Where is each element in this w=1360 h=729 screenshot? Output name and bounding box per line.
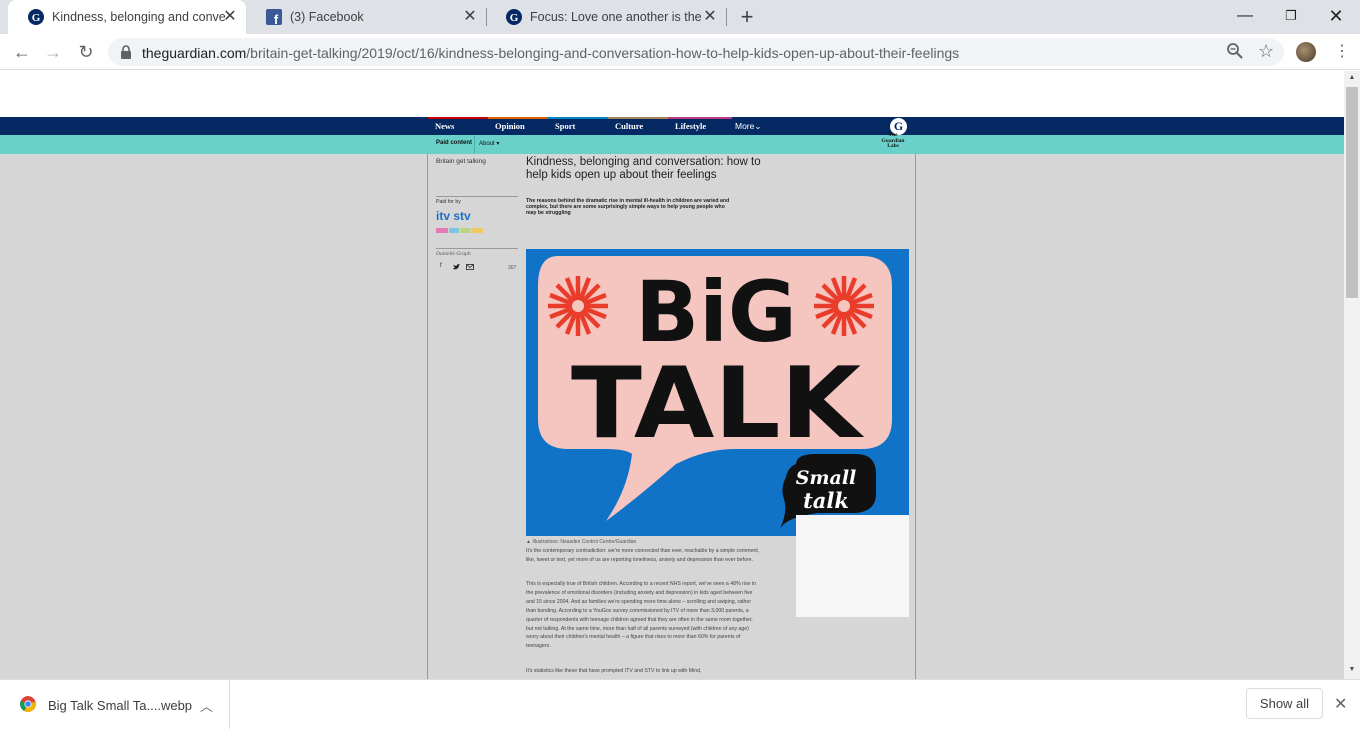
guardian-nav: News Opinion Sport Culture Lifestyle Mor…: [0, 117, 1344, 135]
nav-accent-lifestyle: [668, 117, 732, 119]
guardian-labs-logo: The Guardian Labs: [876, 132, 910, 150]
page-viewport: News Opinion Sport Culture Lifestyle Mor…: [0, 71, 1344, 679]
big-talk-illustration: BiG TALK Small talk: [526, 249, 909, 536]
profile-avatar[interactable]: [1296, 42, 1316, 62]
chrome-icon: [20, 696, 36, 712]
byline[interactable]: Danielle Graph: [436, 251, 471, 257]
close-download-bar-icon[interactable]: ✕: [1334, 694, 1347, 714]
about-dropdown[interactable]: About ▾: [474, 136, 503, 153]
scrollbar-thumb[interactable]: [1346, 87, 1358, 298]
nav-more-label: More: [735, 121, 755, 131]
tab-title: (3) Facebook: [290, 10, 364, 24]
tab-separator: [726, 8, 727, 26]
nav-accent-culture: [608, 117, 668, 119]
article-paragraph: It's the contemporary contradiction: we'…: [526, 548, 760, 563]
ad-slot[interactable]: [796, 515, 909, 617]
svg-text:G: G: [510, 12, 519, 24]
url-text: theguardian.com/britain-get-talking/2019…: [142, 45, 959, 61]
zoom-icon[interactable]: [1226, 42, 1244, 60]
download-file-name: Big Talk Small Ta....webp: [48, 698, 193, 713]
nav-accent-news: [428, 117, 488, 119]
series-link[interactable]: Britain get talking: [436, 158, 486, 165]
nav-accent-opinion: [488, 117, 548, 119]
reload-icon[interactable]: ↻: [76, 42, 96, 62]
nav-more[interactable]: More⌄: [735, 121, 762, 132]
address-bar[interactable]: theguardian.com/britain-get-talking/2019…: [108, 38, 1284, 66]
labs-subnav: Paid content About ▾ The Guardian Labs: [0, 132, 1344, 154]
nav-accent-sport: [548, 117, 608, 119]
download-item[interactable]: Big Talk Small Ta....webp ︿: [0, 680, 230, 729]
menu-kebab-icon[interactable]: ⋮: [1334, 41, 1350, 61]
download-bar: Big Talk Small Ta....webp ︿ Show all ✕: [0, 679, 1360, 729]
minimize-icon[interactable]: —: [1235, 6, 1255, 26]
lock-icon: [121, 45, 131, 59]
window-close-icon[interactable]: ✕: [1326, 6, 1346, 26]
nav-lifestyle[interactable]: Lifestyle: [675, 121, 706, 131]
small-text: Small: [796, 467, 857, 489]
svg-text:f: f: [274, 12, 279, 25]
sunburst-left: [548, 276, 608, 336]
talk-small-text: talk: [803, 488, 849, 513]
back-icon[interactable]: ←: [12, 42, 32, 62]
sunburst-right: [814, 276, 874, 336]
forward-icon[interactable]: →: [43, 42, 63, 62]
paid-content-label: Paid content: [436, 140, 473, 146]
twitter-share-icon[interactable]: [453, 264, 460, 270]
facebook-share-icon[interactable]: f: [440, 263, 442, 269]
article-paragraph: It's statistics like these that have pro…: [526, 668, 702, 674]
url-path: /britain-get-talking/2019/oct/16/kindnes…: [246, 45, 960, 61]
nav-culture[interactable]: Culture: [615, 121, 643, 131]
bookmark-star-icon[interactable]: ☆: [1258, 41, 1274, 62]
chevron-down-icon: ⌄: [754, 121, 762, 131]
close-tab-icon[interactable]: ✕: [222, 9, 238, 25]
show-all-button[interactable]: Show all: [1246, 688, 1323, 719]
scroll-up-arrow[interactable]: ▲: [1346, 74, 1358, 81]
browser-toolbar: ← → ↻ theguardian.com/britain-get-talkin…: [0, 34, 1360, 70]
itv-stv-logo[interactable]: itv stv: [436, 208, 484, 224]
svg-text:G: G: [32, 12, 41, 24]
tab-guardian-kindness[interactable]: G Kindness, belonging and convers ✕: [8, 0, 246, 34]
scroll-down-arrow[interactable]: ▼: [1346, 666, 1358, 673]
facebook-icon: f: [266, 9, 282, 25]
tab-facebook[interactable]: f (3) Facebook ✕: [246, 0, 486, 34]
restore-icon[interactable]: ❐: [1281, 6, 1301, 26]
meta-divider: [436, 248, 518, 249]
new-tab-button[interactable]: +: [737, 6, 757, 28]
meta-divider: [436, 196, 518, 197]
article-standfirst: The reasons behind the dramatic rise in …: [526, 198, 730, 216]
close-tab-icon[interactable]: ✕: [702, 9, 718, 25]
image-caption: ▲ Illustrations: Neasden Control Centre/…: [526, 539, 637, 545]
talk-text: TALK: [571, 347, 864, 461]
ad-banner-space: [0, 71, 1344, 117]
share-count: 307: [508, 265, 517, 271]
article-paragraph: This is especially true of British child…: [526, 581, 756, 650]
chevron-up-icon[interactable]: ︿: [200, 696, 213, 715]
article-column: Britain get talking Kindness, belonging …: [427, 154, 916, 679]
article-headline: Kindness, belonging and conversation: ho…: [526, 156, 761, 181]
nav-opinion[interactable]: Opinion: [495, 121, 525, 131]
close-tab-icon[interactable]: ✕: [462, 9, 478, 25]
guardian-icon: G: [28, 9, 44, 25]
email-share-icon[interactable]: [466, 264, 474, 270]
guardian-icon: G: [506, 9, 522, 25]
tab-strip: G Kindness, belonging and convers ✕ f (3…: [0, 0, 1360, 34]
sponsor-logo-text: itv stv: [436, 209, 471, 223]
mental-health-partner-logos: [436, 228, 483, 233]
url-host: theguardian.com: [142, 45, 247, 61]
tab-title: Focus: Love one another is the fir: [530, 10, 704, 24]
tab-title: Kindness, belonging and convers: [52, 10, 226, 24]
labs-logo-line: Labs: [887, 143, 899, 149]
tab-guardian-focus[interactable]: G Focus: Love one another is the fir ✕: [486, 0, 726, 34]
nav-news[interactable]: News: [435, 121, 454, 131]
nav-sport[interactable]: Sport: [555, 121, 575, 131]
paid-for-by-label: Paid for by: [436, 199, 461, 205]
